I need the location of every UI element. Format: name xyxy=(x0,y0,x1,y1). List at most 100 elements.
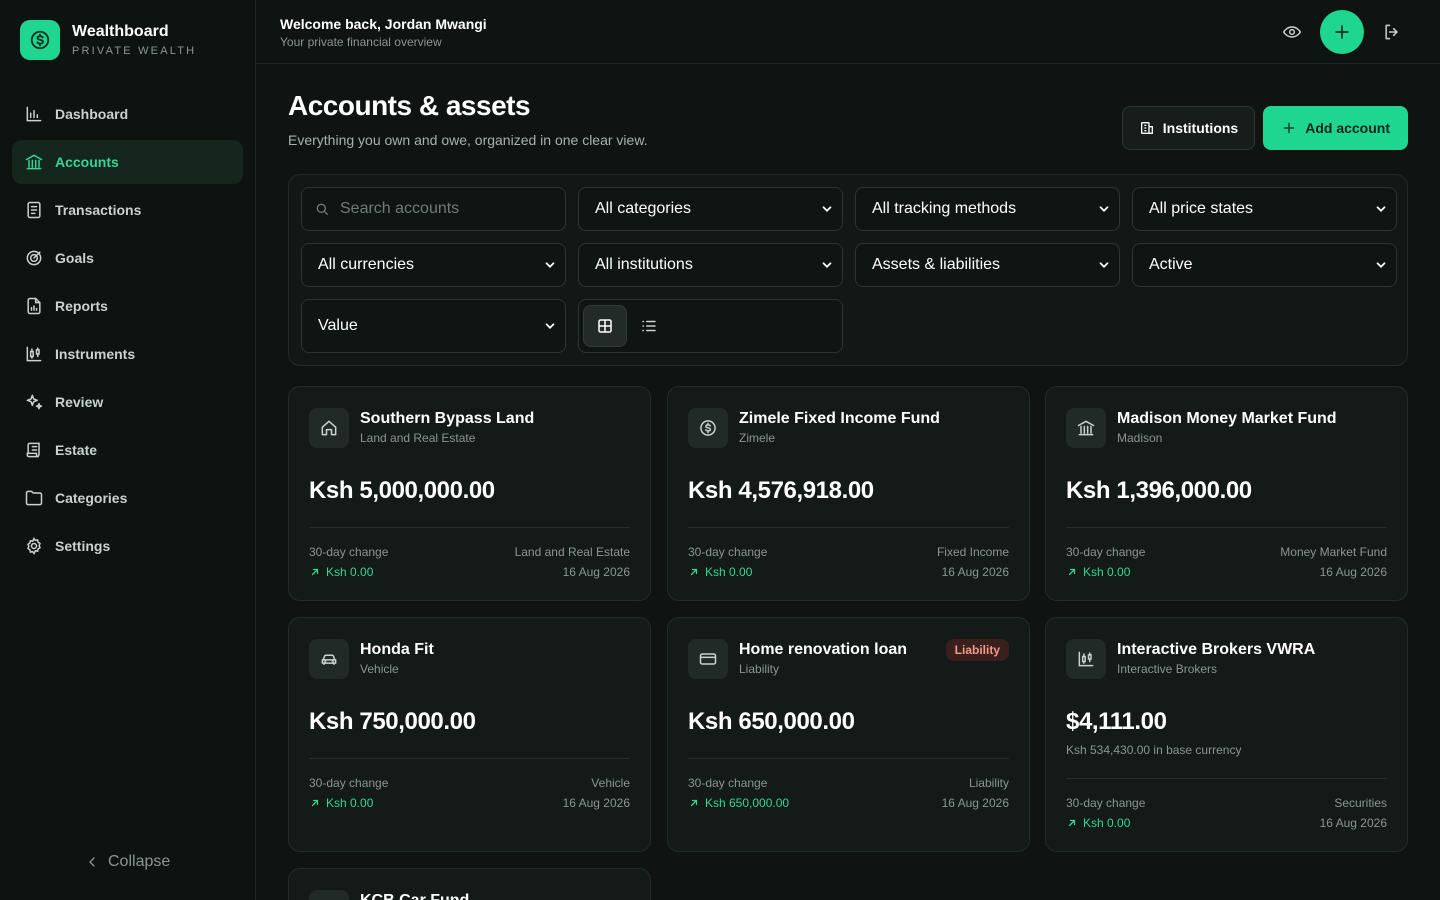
change-value: Ksh 0.00 xyxy=(1083,565,1131,579)
sort-select[interactable]: Value xyxy=(301,299,566,353)
account-value: Ksh 1,396,000.00 xyxy=(1066,477,1252,504)
account-subtitle: Madison xyxy=(1117,431,1163,445)
sidebar-item-instruments[interactable]: Instruments xyxy=(12,332,243,376)
sort-select-value: Value xyxy=(318,317,358,334)
sidebar-item-estate[interactable]: Estate xyxy=(12,428,243,472)
dollar-circle-icon xyxy=(688,408,728,448)
top-bar: Welcome back, Jordan Mwangi Your private… xyxy=(256,0,1440,64)
change-value: Ksh 0.00 xyxy=(705,565,753,579)
target-icon xyxy=(26,250,42,266)
sidebar-item-label: Estate xyxy=(55,442,98,458)
account-card[interactable]: Interactive Brokers VWRA Interactive Bro… xyxy=(1045,617,1408,852)
toggle-visibility-button[interactable] xyxy=(1280,20,1304,44)
account-category: Land and Real Estate xyxy=(514,545,630,559)
account-category: Vehicle xyxy=(591,776,630,790)
account-category: Money Market Fund xyxy=(1280,545,1387,559)
plus-icon xyxy=(1335,25,1349,39)
arrow-up-right-icon xyxy=(1068,819,1076,827)
account-category: Fixed Income xyxy=(936,545,1009,559)
account-card[interactable]: Zimele Fixed Income Fund Zimele Ksh 4,57… xyxy=(667,386,1030,601)
account-category: Securities xyxy=(1334,796,1387,810)
change-label: 30-day change xyxy=(688,776,768,790)
chevron-down-icon xyxy=(545,262,555,268)
category-select-value: All categories xyxy=(595,200,692,217)
chevron-down-icon xyxy=(545,323,555,329)
change-value: Ksh 650,000.00 xyxy=(705,796,790,810)
logout-icon xyxy=(1385,24,1398,40)
building-icon xyxy=(1140,122,1153,134)
credit-card-icon xyxy=(688,639,728,679)
account-name: Zimele Fixed Income Fund xyxy=(739,410,940,427)
arrow-up-right-icon xyxy=(690,799,698,807)
chevron-left-icon xyxy=(89,857,95,867)
sidebar-item-accounts[interactable]: Accounts xyxy=(12,140,243,184)
currency-select[interactable]: All currencies xyxy=(301,243,566,287)
account-card[interactable]: Honda Fit Vehicle Ksh 750,000.00 30-day … xyxy=(288,617,651,852)
institutions-button[interactable]: Institutions xyxy=(1121,106,1256,150)
search-icon xyxy=(316,203,328,215)
institution-select[interactable]: All institutions xyxy=(578,243,843,287)
bank-icon xyxy=(25,154,43,170)
list-view-button[interactable] xyxy=(627,305,671,347)
sparkles-icon xyxy=(26,394,43,410)
brand[interactable]: Wealthboard PRIVATE WEALTH xyxy=(20,20,196,60)
collapse-button[interactable]: Collapse xyxy=(84,850,170,874)
account-card[interactable]: Madison Money Market Fund Madison Ksh 1,… xyxy=(1045,386,1408,601)
quick-add-button[interactable] xyxy=(1320,10,1364,54)
arrow-up-right-icon xyxy=(1068,568,1076,576)
sidebar-item-dashboard[interactable]: Dashboard xyxy=(12,92,243,136)
chevron-down-icon xyxy=(822,262,832,268)
sidebar-item-goals[interactable]: Goals xyxy=(12,236,243,280)
sidebar-item-label: Goals xyxy=(55,250,94,266)
wallet-icon xyxy=(309,890,349,900)
card-divider xyxy=(1066,778,1387,779)
account-subtitle: Interactive Brokers xyxy=(1117,662,1218,676)
sidebar-item-settings[interactable]: Settings xyxy=(12,524,243,568)
arrow-up-right-icon xyxy=(690,568,698,576)
price-state-select[interactable]: All price states xyxy=(1132,187,1397,231)
account-name: KCB Car Fund xyxy=(360,890,469,900)
account-type-select[interactable]: Assets & liabilities xyxy=(855,243,1120,287)
account-card[interactable]: Home renovation loan Liability Liability… xyxy=(667,617,1030,852)
sidebar-item-label: Accounts xyxy=(55,154,119,170)
sidebar-item-label: Categories xyxy=(55,490,128,506)
change-label: 30-day change xyxy=(309,776,389,790)
account-value: Ksh 5,000,000.00 xyxy=(309,477,495,504)
folder-icon xyxy=(25,490,43,506)
account-value: Ksh 4,576,918.00 xyxy=(688,477,874,504)
change-value: Ksh 0.00 xyxy=(326,565,374,579)
report-icon xyxy=(27,297,41,315)
account-card[interactable]: KCB Car Fund xyxy=(288,868,651,900)
account-card[interactable]: Southern Bypass Land Land and Real Estat… xyxy=(288,386,651,601)
eye-icon xyxy=(1282,26,1302,38)
liability-badge: Liability xyxy=(945,639,1009,661)
category-select[interactable]: All categories xyxy=(578,187,843,231)
tracking-method-select[interactable]: All tracking methods xyxy=(855,187,1120,231)
tracking-method-select-value: All tracking methods xyxy=(872,200,1017,217)
scroll-icon xyxy=(26,442,40,458)
sidebar-item-transactions[interactable]: Transactions xyxy=(12,188,243,232)
arrow-up-right-icon xyxy=(311,568,319,576)
chevron-down-icon xyxy=(1099,206,1109,212)
add-account-button[interactable]: Add account xyxy=(1263,106,1408,150)
sidebar-item-categories[interactable]: Categories xyxy=(12,476,243,520)
logout-button[interactable] xyxy=(1380,20,1404,44)
welcome-subtitle: Your private financial overview xyxy=(280,35,442,49)
grid-view-button[interactable] xyxy=(583,305,627,347)
account-subtitle: Liability xyxy=(739,662,780,676)
status-select[interactable]: Active xyxy=(1132,243,1397,287)
price-state-select-value: All price states xyxy=(1149,200,1254,217)
account-name: Madison Money Market Fund xyxy=(1117,410,1337,427)
account-type-select-value: Assets & liabilities xyxy=(872,256,1001,273)
brand-subtitle: PRIVATE WEALTH xyxy=(72,45,197,57)
account-name: Interactive Brokers VWRA xyxy=(1117,641,1316,658)
sidebar-item-reports[interactable]: Reports xyxy=(12,284,243,328)
candlestick-icon xyxy=(26,346,42,362)
chevron-down-icon xyxy=(1099,262,1109,268)
bank-icon xyxy=(1066,408,1106,448)
page-subtitle: Everything you own and owe, organized in… xyxy=(288,132,648,148)
currency-select-value: All currencies xyxy=(318,256,415,273)
sidebar-item-review[interactable]: Review xyxy=(12,380,243,424)
institution-select-value: All institutions xyxy=(595,256,693,273)
search-input[interactable]: Search accounts xyxy=(301,187,566,231)
